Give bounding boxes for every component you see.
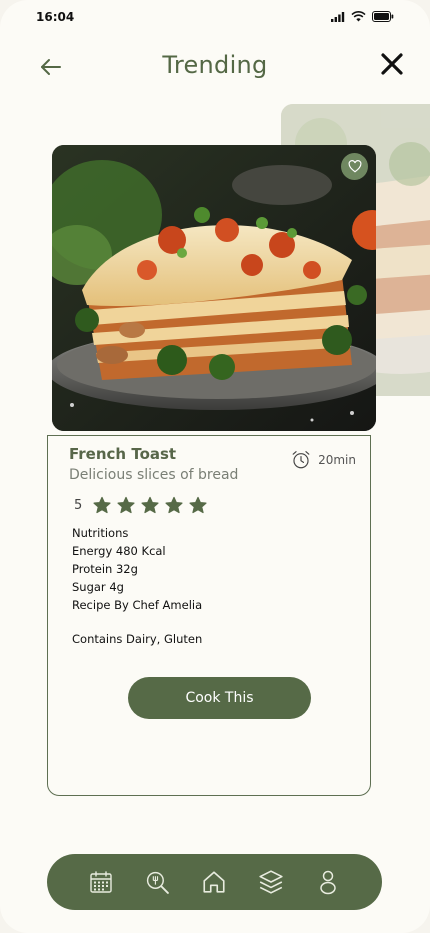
- nutrition-heading: Nutritions: [72, 526, 129, 540]
- nutrition-energy: Energy 480 Kcal: [72, 544, 166, 558]
- signal-icon: [331, 11, 345, 22]
- lasagna-image: [52, 145, 376, 431]
- recipe-name: French Toast: [69, 445, 177, 463]
- status-bar: 16:04: [0, 8, 430, 28]
- bottom-nav: [47, 854, 382, 910]
- status-icons: [331, 11, 394, 22]
- recipe-chef: Recipe By Chef Amelia: [72, 598, 203, 612]
- star-icon: [93, 496, 111, 514]
- home-icon: [203, 871, 226, 893]
- allergens-text: Contains Dairy, Gluten: [72, 632, 203, 646]
- heart-icon: [348, 160, 361, 173]
- star-icon: [165, 496, 183, 514]
- calendar-icon: [90, 871, 112, 893]
- header: Trending: [0, 44, 430, 88]
- close-button[interactable]: [376, 48, 408, 80]
- alarm-clock-icon: [292, 451, 310, 469]
- recipe-image: [52, 145, 376, 431]
- nutrition-protein: Protein 32g: [72, 562, 138, 576]
- star-icon: [189, 496, 207, 514]
- nav-item-home[interactable]: [198, 866, 230, 898]
- close-icon: [381, 53, 403, 75]
- layers-icon: [259, 870, 283, 894]
- star-icon: [141, 496, 159, 514]
- nutrition-sugar: Sugar 4g: [72, 580, 124, 594]
- nav-item-collections[interactable]: [255, 866, 287, 898]
- nav-item-calendar[interactable]: [85, 866, 117, 898]
- rating: 5: [74, 495, 208, 515]
- nav-item-profile[interactable]: [312, 866, 344, 898]
- recipe-info-card: French Toast Delicious slices of bread 2…: [47, 435, 371, 796]
- search-icon: [147, 871, 170, 894]
- cook-time: 20min: [291, 450, 356, 469]
- favorite-button[interactable]: [341, 153, 368, 180]
- page-title: Trending: [162, 51, 268, 79]
- cook-time-text: 20min: [318, 452, 356, 467]
- nutrition-list: Nutritions Energy 480 Kcal Protein 32g S…: [72, 524, 202, 614]
- wifi-icon: [351, 11, 366, 22]
- cook-this-button[interactable]: Cook This: [128, 677, 311, 719]
- battery-icon: [372, 11, 394, 22]
- recipe-description: Delicious slices of bread: [69, 467, 239, 483]
- rating-value: 5: [74, 497, 83, 513]
- phone-screen: 16:04 Trending French Toast Delicious sl…: [0, 0, 430, 933]
- nav-item-search[interactable]: [142, 866, 174, 898]
- status-time: 16:04: [36, 10, 75, 24]
- star-icon: [117, 496, 135, 514]
- profile-icon: [319, 870, 336, 895]
